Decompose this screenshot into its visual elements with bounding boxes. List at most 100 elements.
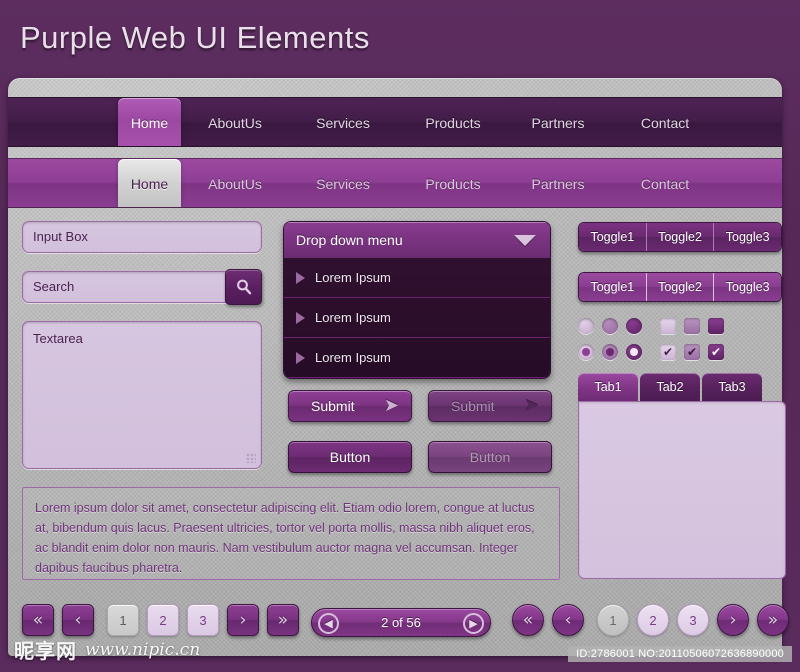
dropdown-list: Lorem Ipsum Lorem Ipsum Lorem Ipsum: [284, 258, 550, 378]
tabs-widget: Tab1 Tab2 Tab3: [578, 373, 786, 579]
page-number-2[interactable]: 2: [147, 604, 179, 636]
round-page-next-button[interactable]: ›: [717, 604, 749, 636]
watermark-id-strip: ID:2786001 NO:20110506072636890000: [568, 646, 792, 662]
nav-item-aboutus[interactable]: AboutUs: [190, 98, 280, 146]
pager-next-icon[interactable]: ▶: [463, 613, 484, 634]
radio-button[interactable]: [602, 344, 618, 360]
round-page-last-button[interactable]: »: [757, 604, 789, 636]
nav-dark-list: Home AboutUs Services Products Partners Conta…: [8, 98, 782, 146]
search-icon: [236, 279, 251, 295]
round-page-first-button[interactable]: «: [512, 604, 544, 636]
nav-item-partners[interactable]: Partners: [513, 98, 603, 146]
chevron-down-icon: [514, 235, 536, 246]
checkbox[interactable]: [708, 318, 724, 334]
check-mark-icon: ✔: [686, 345, 698, 359]
round-page-prev-button[interactable]: ‹: [552, 604, 584, 636]
nav-item-contact[interactable]: Contact: [620, 159, 710, 207]
checkbox[interactable]: ✔: [684, 344, 700, 360]
nav-light-list: Home AboutUs Services Products Partners Conta…: [8, 159, 782, 207]
nav-item-contact[interactable]: Contact: [620, 98, 710, 146]
plain-button-label: Button: [329, 449, 371, 465]
chevron-right-icon: [296, 271, 305, 284]
checkbox[interactable]: ✔: [660, 344, 676, 360]
toggle-toggle2[interactable]: Toggle2: [646, 223, 715, 251]
round-page-number-2[interactable]: 2: [637, 604, 669, 636]
watermark: 昵享网 www.nipic.cn: [14, 635, 200, 664]
nav-item-partners[interactable]: Partners: [513, 159, 603, 207]
dropdown-item[interactable]: Lorem Ipsum: [284, 298, 550, 338]
chevron-right-icon: [296, 311, 305, 324]
page-next-button[interactable]: ›: [227, 604, 259, 636]
tab-tab2[interactable]: Tab2: [640, 373, 700, 401]
radio-dot-icon: [630, 348, 638, 356]
tab-tab3[interactable]: Tab3: [702, 373, 762, 401]
resize-grip-icon[interactable]: [246, 453, 256, 463]
nav-item-services[interactable]: Services: [298, 159, 388, 207]
tab-panel: [578, 401, 786, 579]
nav-item-aboutus[interactable]: AboutUs: [190, 159, 280, 207]
round-page-number-3[interactable]: 3: [677, 604, 709, 636]
paragraph-text: Lorem ipsum dolor sit amet, consectetur …: [35, 501, 535, 575]
dropdown-item-label: Lorem Ipsum: [315, 270, 391, 285]
dropdown-item-label: Lorem Ipsum: [315, 310, 391, 325]
search-button[interactable]: [225, 269, 262, 305]
tab-strip: Tab1 Tab2 Tab3: [578, 373, 786, 401]
checkbox[interactable]: ✔: [708, 344, 724, 360]
pager-prev-icon[interactable]: ◀: [318, 613, 339, 634]
content-area: Input Box Search Textarea Lorem ipsum do…: [8, 210, 786, 590]
watermark-url: www.nipic.cn: [85, 639, 201, 660]
page-number-3[interactable]: 3: [187, 604, 219, 636]
paragraph-box: Lorem ipsum dolor sit amet, consectetur …: [22, 487, 560, 580]
plain-button-enabled[interactable]: Button: [288, 441, 412, 473]
dropdown-item[interactable]: Lorem Ipsum: [284, 338, 550, 378]
dropdown-item[interactable]: Lorem Ipsum: [284, 258, 550, 298]
choice-controls: ✔ ✔ ✔: [578, 318, 788, 366]
chevron-right-icon: [296, 351, 305, 364]
nav-item-products[interactable]: Products: [408, 159, 498, 207]
toggle-group-dark: Toggle1 Toggle2 Toggle3: [578, 222, 782, 252]
checkbox[interactable]: [684, 318, 700, 334]
page-first-button[interactable]: «: [22, 604, 54, 636]
radio-button[interactable]: [626, 318, 642, 334]
page-number-1[interactable]: 1: [107, 604, 139, 636]
radio-button[interactable]: [578, 344, 594, 360]
round-page-number-1[interactable]: 1: [597, 604, 629, 636]
submit-button-enabled[interactable]: Submit ➤: [288, 390, 412, 422]
check-mark-icon: ✔: [710, 345, 722, 359]
toggle-group-light: Toggle1 Toggle2 Toggle3: [578, 272, 782, 302]
page-prev-button[interactable]: ‹: [62, 604, 94, 636]
search-input[interactable]: Search: [22, 271, 226, 303]
watermark-logo-text: 昵享网: [14, 639, 77, 663]
plain-button-disabled: Button: [428, 441, 552, 473]
tab-tab1[interactable]: Tab1: [578, 373, 638, 401]
radio-dot-icon: [582, 348, 590, 356]
page-header: Purple Web UI Elements: [0, 0, 800, 78]
toggle-toggle3[interactable]: Toggle3: [714, 273, 781, 301]
pager-pill[interactable]: ◀ 2 of 56 ▶: [311, 608, 491, 637]
submit-button-disabled-label: Submit: [451, 398, 495, 414]
nav-item-home[interactable]: Home: [118, 98, 181, 146]
toggle-toggle2[interactable]: Toggle2: [646, 273, 715, 301]
toggle-toggle3[interactable]: Toggle3: [714, 223, 781, 251]
toggle-toggle1[interactable]: Toggle1: [579, 223, 647, 251]
nav-item-home[interactable]: Home: [118, 159, 181, 207]
page-background: Purple Web UI Elements Home AboutUs Servic…: [0, 0, 800, 672]
plain-button-disabled-label: Button: [469, 449, 511, 465]
radio-button[interactable]: [626, 344, 642, 360]
nav-item-services[interactable]: Services: [298, 98, 388, 146]
textarea[interactable]: Textarea: [22, 321, 262, 469]
radio-button[interactable]: [602, 318, 618, 334]
dropdown-toggle[interactable]: Drop down menu: [284, 222, 550, 258]
checkbox[interactable]: [660, 318, 676, 334]
dropdown-item-label: Lorem Ipsum: [315, 350, 391, 365]
check-mark-icon: ✔: [662, 345, 674, 359]
page-last-button[interactable]: »: [267, 604, 299, 636]
textarea-value: Textarea: [33, 331, 83, 346]
toggle-toggle1[interactable]: Toggle1: [579, 273, 647, 301]
input-box[interactable]: Input Box: [22, 221, 262, 253]
radio-dot-icon: [606, 348, 614, 356]
nav-item-products[interactable]: Products: [408, 98, 498, 146]
dropdown-menu: Drop down menu Lorem Ipsum Lorem Ipsum Lor…: [283, 221, 551, 379]
navbar-dark: Home AboutUs Services Products Partners Conta…: [8, 97, 782, 147]
radio-button[interactable]: [578, 318, 594, 334]
